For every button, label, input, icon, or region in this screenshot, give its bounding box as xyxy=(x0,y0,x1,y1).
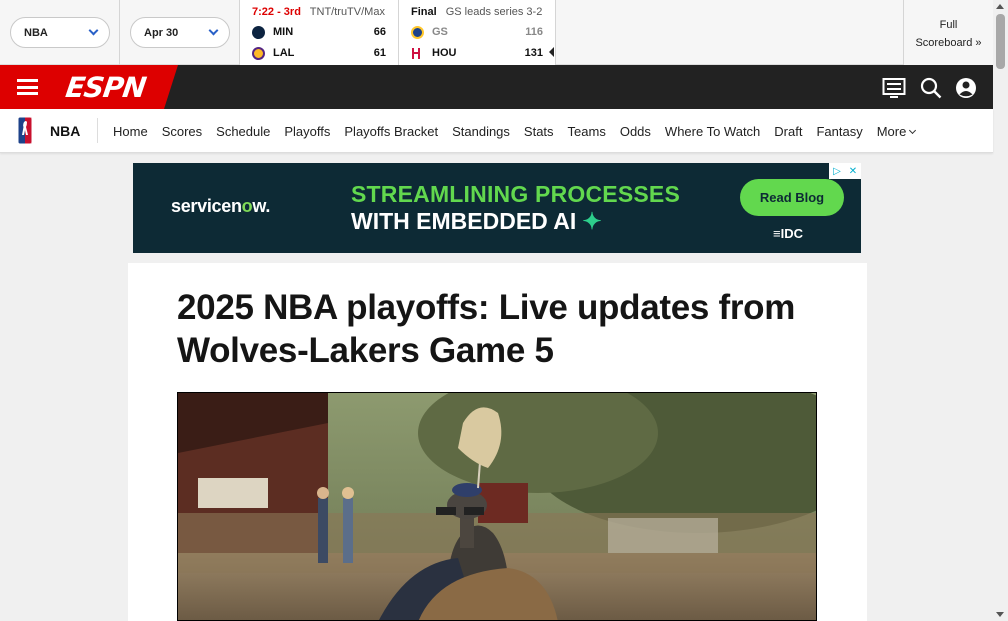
game-card-gs-hou[interactable]: Final GS leads series 3-2 GS 116 HOU 131 xyxy=(399,0,555,65)
adchoices-icon[interactable]: ▷ xyxy=(829,163,845,179)
scroll-down-arrow-icon[interactable] xyxy=(996,612,1004,617)
menu-icon[interactable] xyxy=(17,79,38,95)
nav-playoffs[interactable]: Playoffs xyxy=(277,124,337,139)
full-scoreboard-line1: Full xyxy=(939,19,958,31)
date-selector-value: Apr 30 xyxy=(144,26,179,39)
team-abbr: MIN xyxy=(273,26,294,38)
team-row: HOU 131 xyxy=(411,45,543,61)
nav-draft[interactable]: Draft xyxy=(767,124,809,139)
search-icon[interactable] xyxy=(920,77,942,99)
divider xyxy=(97,118,98,143)
ad-headline-line1: STREAMLINING PROCESSES xyxy=(351,181,680,207)
ad-cta-button[interactable]: Read Blog xyxy=(740,179,844,216)
divider xyxy=(555,0,556,65)
team-abbr: HOU xyxy=(432,47,457,59)
team-score: 66 xyxy=(373,26,386,38)
game-status: 7:22 - 3rd xyxy=(252,6,301,18)
section-title[interactable]: NBA xyxy=(50,123,80,139)
nav-more[interactable]: More xyxy=(870,124,923,139)
sparkle-icon: ✦ xyxy=(582,208,602,234)
nav-odds[interactable]: Odds xyxy=(613,124,658,139)
page-scrollbar[interactable] xyxy=(993,0,1008,621)
league-selector-value: NBA xyxy=(24,26,48,39)
league-selector[interactable]: NBA xyxy=(10,17,110,48)
full-scoreboard-link[interactable]: Full Scoreboard » xyxy=(903,0,993,65)
nav-where-to-watch[interactable]: Where To Watch xyxy=(658,124,767,139)
rockets-logo-icon xyxy=(411,46,421,60)
game-card-min-lal[interactable]: 7:22 - 3rd TNT/truTV/Max MIN 66 LAL 61 xyxy=(240,0,398,65)
game-network: TNT/truTV/Max xyxy=(309,6,385,18)
scores-icon[interactable] xyxy=(882,77,906,99)
idc-icon: ≡ xyxy=(773,226,781,241)
nav-schedule[interactable]: Schedule xyxy=(209,124,277,139)
nba-subnav: NBA Home Scores Schedule Playoffs Playof… xyxy=(0,109,993,153)
chevron-down-icon xyxy=(208,25,219,36)
nav-scores[interactable]: Scores xyxy=(155,124,209,139)
scrollbar-thumb[interactable] xyxy=(996,14,1005,69)
advertisement-banner[interactable]: servicenow. STREAMLINING PROCESSES WITH … xyxy=(133,163,861,253)
game-status: Final xyxy=(411,6,437,18)
warriors-logo-icon xyxy=(411,25,424,39)
nav-standings[interactable]: Standings xyxy=(445,124,517,139)
team-abbr: GS xyxy=(432,26,448,38)
espn-header: ESPN xyxy=(0,65,993,109)
team-abbr: LAL xyxy=(273,47,295,59)
chevron-down-icon xyxy=(88,25,99,36)
lakers-logo-icon xyxy=(252,46,265,60)
team-score: 131 xyxy=(524,47,543,59)
ad-close-icon[interactable]: ✕ xyxy=(845,163,861,179)
nav-teams[interactable]: Teams xyxy=(561,124,613,139)
scoreboard-strip: NBA Apr 30 7:22 - 3rd TNT/truTV/Max MIN … xyxy=(0,0,993,65)
profile-icon[interactable] xyxy=(955,77,977,99)
nav-fantasy[interactable]: Fantasy xyxy=(809,124,869,139)
article-headline: 2025 NBA playoffs: Live updates from Wol… xyxy=(177,288,796,370)
team-score: 116 xyxy=(525,26,543,38)
nav-stats[interactable]: Stats xyxy=(517,124,561,139)
team-row: GS 116 xyxy=(411,24,543,40)
team-score: 61 xyxy=(373,47,386,59)
divider xyxy=(119,0,120,65)
chevron-down-icon xyxy=(909,126,917,134)
nav-home[interactable]: Home xyxy=(106,124,155,139)
team-row: MIN 66 xyxy=(252,24,386,40)
winner-arrow-icon xyxy=(549,47,554,57)
game-header: Final GS leads series 3-2 xyxy=(411,6,542,18)
date-selector[interactable]: Apr 30 xyxy=(130,17,230,48)
timberwolves-logo-icon xyxy=(252,25,265,39)
nav-playoffs-bracket[interactable]: Playoffs Bracket xyxy=(337,124,445,139)
article-card: 2025 NBA playoffs: Live updates from Wol… xyxy=(128,263,867,621)
ad-brand-logo: servicenow. xyxy=(171,196,271,216)
adchoices[interactable]: ▷ ✕ xyxy=(829,163,861,179)
espn-logo[interactable]: ESPN xyxy=(64,71,148,104)
nba-logo-icon[interactable] xyxy=(17,116,33,145)
game-header: 7:22 - 3rd TNT/truTV/Max xyxy=(252,6,385,18)
nav-more-label: More xyxy=(876,123,907,139)
ad-headline-line2: WITH EMBEDDED AI ✦ xyxy=(351,208,602,234)
ad-sponsor-logo: ≡IDC xyxy=(773,226,803,241)
full-scoreboard-line2: Scoreboard » xyxy=(915,37,982,49)
series-status: GS leads series 3-2 xyxy=(445,6,543,18)
team-row: LAL 61 xyxy=(252,45,386,61)
scroll-up-arrow-icon[interactable] xyxy=(996,4,1004,9)
nav-links: Home Scores Schedule Playoffs Playoffs B… xyxy=(106,109,922,153)
article-hero-video[interactable] xyxy=(177,392,817,621)
